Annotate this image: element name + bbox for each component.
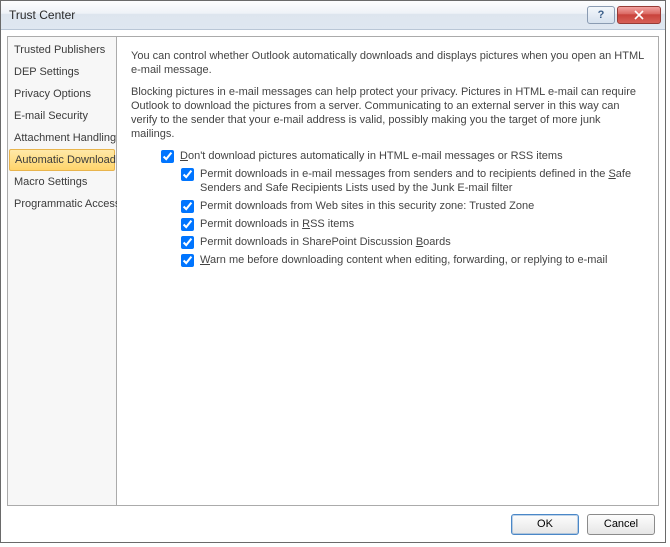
question-icon: ? — [598, 9, 605, 21]
sub-label-3: Permit downloads in RSS items — [200, 217, 644, 231]
sidebar-item-email-security[interactable]: E-mail Security — [8, 105, 116, 127]
ok-button[interactable]: OK — [511, 514, 579, 535]
window-title: Trust Center — [9, 8, 75, 22]
content-area: Trusted Publishers DEP Settings Privacy … — [1, 30, 665, 506]
sub-checkbox-safe-senders[interactable] — [181, 168, 194, 181]
titlebar: Trust Center ? — [1, 1, 665, 30]
sub-check-3-row: Permit downloads in RSS items — [181, 217, 644, 231]
main-panel: You can control whether Outlook automati… — [117, 36, 659, 506]
master-checkbox[interactable] — [161, 150, 174, 163]
sub-checkbox-rss[interactable] — [181, 218, 194, 231]
sub-label-1: Permit downloads in e-mail messages from… — [200, 167, 644, 195]
master-checkbox-row: Don't download pictures automatically in… — [161, 149, 644, 163]
master-checkbox-label: Don't download pictures automatically in… — [180, 149, 644, 163]
sub-label-4: Permit downloads in SharePoint Discussio… — [200, 235, 644, 249]
cancel-button[interactable]: Cancel — [587, 514, 655, 535]
sub-check-5-row: Warn me before downloading content when … — [181, 253, 644, 267]
dialog-footer: OK Cancel — [1, 506, 665, 542]
sub-checkbox-sharepoint[interactable] — [181, 236, 194, 249]
sidebar-item-attachment-handling[interactable]: Attachment Handling — [8, 127, 116, 149]
sub-check-2-row: Permit downloads from Web sites in this … — [181, 199, 644, 213]
sub-check-4-row: Permit downloads in SharePoint Discussio… — [181, 235, 644, 249]
sub-checkbox-trusted-zone[interactable] — [181, 200, 194, 213]
intro-text-2: Blocking pictures in e-mail messages can… — [131, 85, 644, 141]
sidebar-item-macro-settings[interactable]: Macro Settings — [8, 171, 116, 193]
sidebar-item-dep-settings[interactable]: DEP Settings — [8, 61, 116, 83]
sub-checkbox-group: Permit downloads in e-mail messages from… — [181, 167, 644, 267]
close-button[interactable] — [617, 6, 661, 24]
sidebar-item-privacy-options[interactable]: Privacy Options — [8, 83, 116, 105]
sub-check-1-row: Permit downloads in e-mail messages from… — [181, 167, 644, 195]
trust-center-window: Trust Center ? Trusted Publishers DEP Se… — [0, 0, 666, 543]
sidebar-item-trusted-publishers[interactable]: Trusted Publishers — [8, 39, 116, 61]
close-icon — [634, 10, 644, 20]
sub-label-5: Warn me before downloading content when … — [200, 253, 644, 267]
window-buttons: ? — [585, 6, 661, 24]
sub-label-2: Permit downloads from Web sites in this … — [200, 199, 644, 213]
intro-text-1: You can control whether Outlook automati… — [131, 49, 644, 77]
sidebar-item-automatic-download[interactable]: Automatic Download — [9, 149, 115, 171]
help-button[interactable]: ? — [587, 6, 615, 24]
sub-checkbox-warn[interactable] — [181, 254, 194, 267]
sidebar-item-programmatic-access[interactable]: Programmatic Access — [8, 193, 116, 215]
sidebar: Trusted Publishers DEP Settings Privacy … — [7, 36, 117, 506]
